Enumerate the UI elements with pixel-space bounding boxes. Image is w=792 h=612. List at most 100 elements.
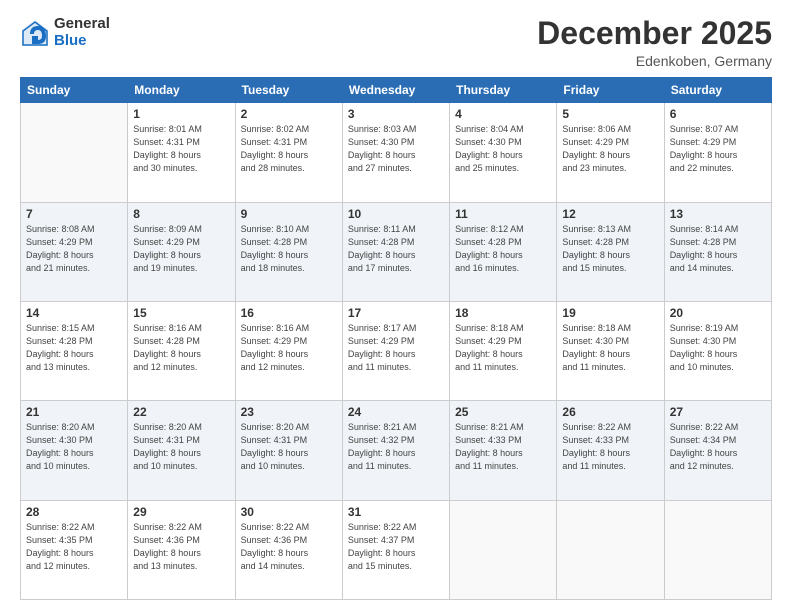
calendar-day: 10Sunrise: 8:11 AMSunset: 4:28 PMDayligh…	[342, 202, 449, 301]
calendar-day: 14 Sunrise: 8:15 AMSunset: 4:28 PMDayligh…	[21, 301, 128, 400]
day-info: Sunrise: 8:12 AMSunset: 4:28 PMDaylight:…	[455, 223, 551, 275]
logo: General Blue	[20, 16, 110, 49]
calendar-day: 7Sunrise: 8:08 AMSunset: 4:29 PMDaylight…	[21, 202, 128, 301]
calendar-day: 19 Sunrise: 8:18 AMSunset: 4:30 PMDayligh…	[557, 301, 664, 400]
day-info: Sunrise: 8:22 AMSunset: 4:36 PMDaylight:…	[133, 521, 229, 573]
day-number: 18	[455, 306, 551, 320]
day-info: Sunrise: 8:21 AMSunset: 4:32 PMDaylight:…	[348, 421, 444, 473]
day-info: Sunrise: 8:09 AMSunset: 4:29 PMDaylight:…	[133, 223, 229, 275]
calendar-subtitle: Edenkoben, Germany	[537, 53, 772, 69]
header: General Blue December 2025 Edenkoben, Ge…	[20, 16, 772, 69]
weekday-header-row: Sunday Monday Tuesday Wednesday Thursday…	[21, 78, 772, 103]
calendar-day: 13Sunrise: 8:14 AMSunset: 4:28 PMDayligh…	[664, 202, 771, 301]
calendar-day	[450, 500, 557, 599]
day-number: 15	[133, 306, 229, 320]
day-number: 24	[348, 405, 444, 419]
header-thursday: Thursday	[450, 78, 557, 103]
day-number: 22	[133, 405, 229, 419]
header-wednesday: Wednesday	[342, 78, 449, 103]
calendar-day: 12 Sunrise: 8:13 AMSunset: 4:28 PMDayligh…	[557, 202, 664, 301]
calendar-day: 29 Sunrise: 8:22 AMSunset: 4:36 PMDayligh…	[128, 500, 235, 599]
calendar-day: 11 Sunrise: 8:12 AMSunset: 4:28 PMDayligh…	[450, 202, 557, 301]
calendar-day: 18Sunrise: 8:18 AMSunset: 4:29 PMDayligh…	[450, 301, 557, 400]
day-number: 27	[670, 405, 766, 419]
day-number: 11	[455, 207, 551, 221]
calendar-day: 22 Sunrise: 8:20 AMSunset: 4:31 PMDayligh…	[128, 401, 235, 500]
day-info: Sunrise: 8:02 AMSunset: 4:31 PMDaylight:…	[241, 123, 337, 175]
day-number: 4	[455, 107, 551, 121]
day-number: 20	[670, 306, 766, 320]
day-number: 28	[26, 505, 122, 519]
day-number: 7	[26, 207, 122, 221]
day-info: Sunrise: 8:04 AMSunset: 4:30 PMDaylight:…	[455, 123, 551, 175]
title-block: December 2025 Edenkoben, Germany	[537, 16, 772, 69]
day-number: 14	[26, 306, 122, 320]
calendar-day: 9 Sunrise: 8:10 AMSunset: 4:28 PMDaylight…	[235, 202, 342, 301]
day-info: Sunrise: 8:13 AMSunset: 4:28 PMDaylight:…	[562, 223, 658, 275]
day-number: 25	[455, 405, 551, 419]
calendar-title: December 2025	[537, 16, 772, 51]
logo-blue-text: Blue	[54, 33, 110, 50]
calendar-day: 2 Sunrise: 8:02 AMSunset: 4:31 PMDaylight…	[235, 103, 342, 202]
day-number: 9	[241, 207, 337, 221]
day-info: Sunrise: 8:20 AMSunset: 4:31 PMDaylight:…	[133, 421, 229, 473]
calendar-day	[21, 103, 128, 202]
calendar-day	[557, 500, 664, 599]
calendar-day: 25Sunrise: 8:21 AMSunset: 4:33 PMDayligh…	[450, 401, 557, 500]
day-info: Sunrise: 8:10 AMSunset: 4:28 PMDaylight:…	[241, 223, 337, 275]
calendar-day: 15Sunrise: 8:16 AMSunset: 4:28 PMDayligh…	[128, 301, 235, 400]
calendar-day: 24 Sunrise: 8:21 AMSunset: 4:32 PMDayligh…	[342, 401, 449, 500]
calendar-day: 30Sunrise: 8:22 AMSunset: 4:36 PMDayligh…	[235, 500, 342, 599]
day-number: 29	[133, 505, 229, 519]
day-number: 1	[133, 107, 229, 121]
logo-text: General Blue	[54, 16, 110, 49]
day-info: Sunrise: 8:22 AMSunset: 4:33 PMDaylight:…	[562, 421, 658, 473]
day-number: 12	[562, 207, 658, 221]
calendar-day: 21Sunrise: 8:20 AMSunset: 4:30 PMDayligh…	[21, 401, 128, 500]
day-info: Sunrise: 8:03 AMSunset: 4:30 PMDaylight:…	[348, 123, 444, 175]
calendar-day	[664, 500, 771, 599]
day-number: 16	[241, 306, 337, 320]
logo-icon	[20, 18, 50, 48]
header-sunday: Sunday	[21, 78, 128, 103]
calendar-week-row: 1 Sunrise: 8:01 AMSunset: 4:31 PMDaylight…	[21, 103, 772, 202]
calendar-week-row: 28 Sunrise: 8:22 AMSunset: 4:35 PMDayligh…	[21, 500, 772, 599]
day-number: 19	[562, 306, 658, 320]
day-info: Sunrise: 8:07 AMSunset: 4:29 PMDaylight:…	[670, 123, 766, 175]
day-info: Sunrise: 8:15 AMSunset: 4:28 PMDaylight:…	[26, 322, 122, 374]
calendar-day: 6 Sunrise: 8:07 AMSunset: 4:29 PMDaylight…	[664, 103, 771, 202]
calendar-week-row: 7Sunrise: 8:08 AMSunset: 4:29 PMDaylight…	[21, 202, 772, 301]
day-number: 3	[348, 107, 444, 121]
day-number: 26	[562, 405, 658, 419]
day-info: Sunrise: 8:14 AMSunset: 4:28 PMDaylight:…	[670, 223, 766, 275]
calendar-day: 3 Sunrise: 8:03 AMSunset: 4:30 PMDaylight…	[342, 103, 449, 202]
day-number: 8	[133, 207, 229, 221]
day-info: Sunrise: 8:22 AMSunset: 4:37 PMDaylight:…	[348, 521, 444, 573]
calendar-day: 28 Sunrise: 8:22 AMSunset: 4:35 PMDayligh…	[21, 500, 128, 599]
calendar-day: 4 Sunrise: 8:04 AMSunset: 4:30 PMDaylight…	[450, 103, 557, 202]
day-info: Sunrise: 8:06 AMSunset: 4:29 PMDaylight:…	[562, 123, 658, 175]
day-info: Sunrise: 8:22 AMSunset: 4:34 PMDaylight:…	[670, 421, 766, 473]
day-info: Sunrise: 8:22 AMSunset: 4:35 PMDaylight:…	[26, 521, 122, 573]
day-number: 5	[562, 107, 658, 121]
logo-general-text: General	[54, 16, 110, 33]
day-info: Sunrise: 8:19 AMSunset: 4:30 PMDaylight:…	[670, 322, 766, 374]
day-info: Sunrise: 8:18 AMSunset: 4:30 PMDaylight:…	[562, 322, 658, 374]
day-number: 6	[670, 107, 766, 121]
day-info: Sunrise: 8:11 AMSunset: 4:28 PMDaylight:…	[348, 223, 444, 275]
calendar-day: 5 Sunrise: 8:06 AMSunset: 4:29 PMDaylight…	[557, 103, 664, 202]
day-number: 21	[26, 405, 122, 419]
day-info: Sunrise: 8:17 AMSunset: 4:29 PMDaylight:…	[348, 322, 444, 374]
day-number: 17	[348, 306, 444, 320]
day-number: 23	[241, 405, 337, 419]
day-info: Sunrise: 8:01 AMSunset: 4:31 PMDaylight:…	[133, 123, 229, 175]
day-number: 30	[241, 505, 337, 519]
header-monday: Monday	[128, 78, 235, 103]
calendar-day: 8 Sunrise: 8:09 AMSunset: 4:29 PMDaylight…	[128, 202, 235, 301]
calendar-week-row: 14 Sunrise: 8:15 AMSunset: 4:28 PMDayligh…	[21, 301, 772, 400]
calendar-day: 27 Sunrise: 8:22 AMSunset: 4:34 PMDayligh…	[664, 401, 771, 500]
day-number: 2	[241, 107, 337, 121]
calendar-day: 23 Sunrise: 8:20 AMSunset: 4:31 PMDayligh…	[235, 401, 342, 500]
calendar-day: 1 Sunrise: 8:01 AMSunset: 4:31 PMDaylight…	[128, 103, 235, 202]
day-info: Sunrise: 8:20 AMSunset: 4:31 PMDaylight:…	[241, 421, 337, 473]
